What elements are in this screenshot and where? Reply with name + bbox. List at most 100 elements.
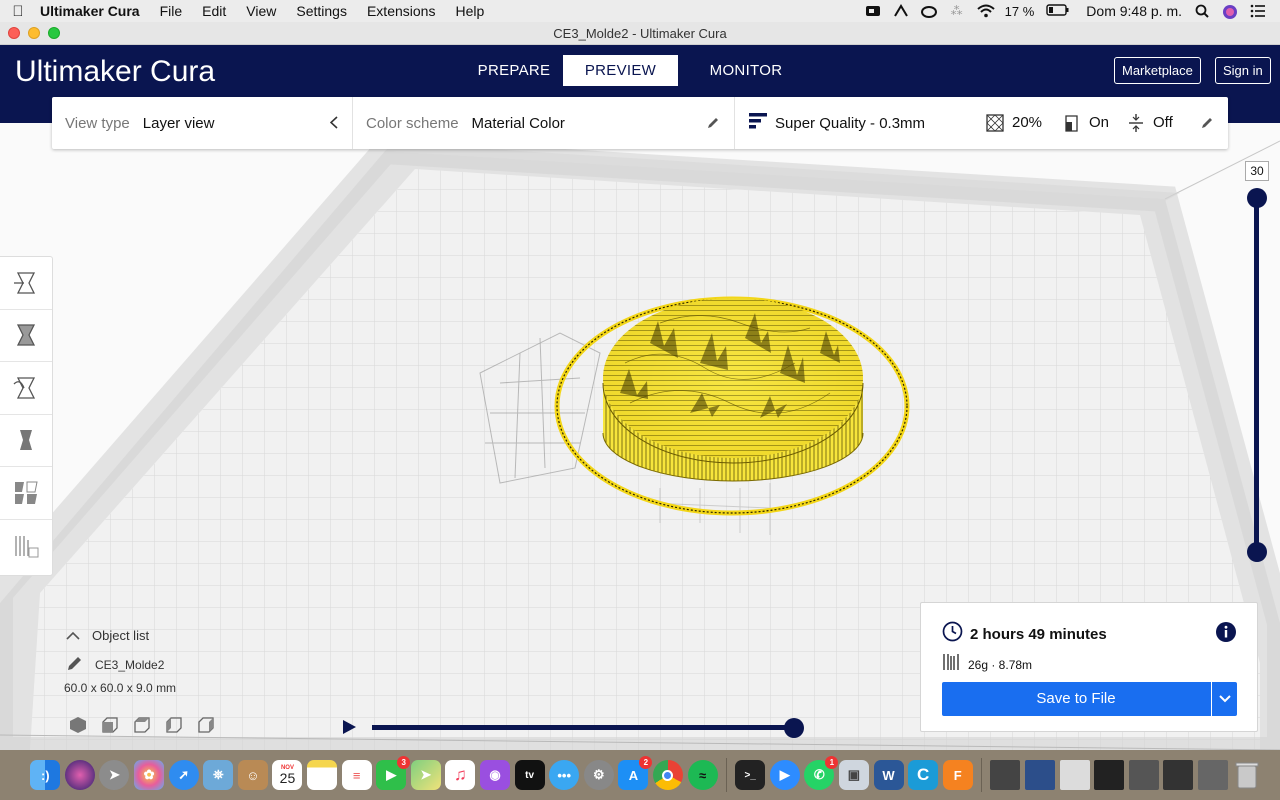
app-store-icon[interactable]: A2 [618, 756, 653, 790]
creative-cloud-icon[interactable] [920, 4, 937, 18]
menu-help[interactable]: Help [445, 0, 494, 22]
left-view-icon[interactable] [164, 715, 184, 740]
save-options-dropdown[interactable] [1211, 682, 1237, 716]
window-thumb-icon[interactable] [1094, 760, 1125, 790]
move-tool-icon[interactable] [0, 257, 52, 310]
object-name[interactable]: CE3_Molde2 [95, 658, 164, 672]
battery-icon[interactable] [1046, 4, 1070, 18]
facetime-icon[interactable]: ▶ 3 [376, 756, 411, 790]
word-icon[interactable]: W [873, 760, 904, 790]
contacts-icon[interactable]: ☺ [237, 760, 268, 790]
window-thumb-icon[interactable] [1059, 760, 1090, 790]
print-settings-selector[interactable]: Super Quality - 0.3mm 20% On Off [734, 97, 1228, 149]
terminal-icon[interactable]: >_ [735, 760, 766, 790]
window-thumb-icon[interactable] [1128, 760, 1159, 790]
launchpad-icon[interactable]: ➤ [99, 760, 130, 790]
image-capture-icon[interactable]: ▣ [838, 760, 869, 790]
window-thumb-icon[interactable] [1163, 760, 1194, 790]
menu-view[interactable]: View [236, 0, 286, 22]
apple-menu-icon[interactable]:  [0, 3, 36, 20]
print-info-panel: 2 hours 49 minutes 26g · 8.78m Save to F… [920, 602, 1258, 732]
marketplace-button[interactable]: Marketplace [1114, 57, 1201, 84]
layer-slider-bottom-handle[interactable] [1247, 542, 1267, 562]
music-icon[interactable]: ♫ [445, 760, 476, 790]
menu-extensions[interactable]: Extensions [357, 0, 445, 22]
messages-bubble-icon[interactable]: ••• [549, 760, 580, 790]
calendar-day: 25 [279, 770, 296, 786]
podcasts-icon[interactable]: ◉ [480, 760, 511, 790]
tab-monitor[interactable]: MONITOR [678, 55, 814, 86]
3d-viewport[interactable]: 30 Object list CE3_Molde2 60.0 x 60.0 x … [0, 123, 1280, 750]
front-view-icon[interactable] [100, 715, 120, 740]
window-thumb-icon[interactable] [990, 760, 1021, 790]
camera-status-icon[interactable] [865, 4, 881, 18]
reminders-icon[interactable]: ≡ [341, 760, 372, 790]
info-icon[interactable] [1215, 621, 1237, 648]
photos-icon[interactable]: ✿ [134, 760, 165, 790]
battery-percent: 17 % [1004, 3, 1035, 19]
right-view-icon[interactable] [196, 715, 216, 740]
color-scheme-selector[interactable]: Color scheme Material Color [352, 97, 734, 149]
edit-pencil-icon[interactable] [1201, 116, 1214, 133]
whatsapp-icon[interactable]: ✆ 1 [804, 756, 839, 790]
wifi-icon[interactable] [976, 4, 995, 18]
play-simulation-icon[interactable] [340, 718, 358, 741]
top-view-icon[interactable] [132, 715, 152, 740]
clock[interactable]: Dom 9:48 p. m. [1086, 3, 1182, 19]
chrome-icon[interactable] [652, 760, 683, 790]
maps-icon[interactable]: ➤ [410, 760, 441, 790]
scale-tool-icon[interactable] [0, 310, 52, 362]
notification-center-icon[interactable] [1250, 4, 1266, 18]
window-thumb-icon[interactable] [1024, 760, 1055, 790]
minimize-window-button[interactable] [28, 27, 40, 39]
chevron-left-icon[interactable] [329, 116, 338, 133]
current-layer-box[interactable]: 30 [1245, 161, 1269, 181]
support-blocker-icon[interactable] [0, 520, 52, 573]
close-window-button[interactable] [8, 27, 20, 39]
spotify-icon[interactable]: ≈ [687, 760, 718, 790]
path-slider-track[interactable] [372, 725, 796, 730]
per-model-settings-icon[interactable] [0, 467, 52, 520]
path-slider-handle[interactable] [784, 718, 804, 738]
system-preferences-icon[interactable]: ⚙ [583, 760, 614, 790]
infill-value: 20% [1012, 114, 1043, 131]
sign-in-button[interactable]: Sign in [1215, 57, 1271, 84]
zoom-icon[interactable]: ▶ [769, 760, 800, 790]
safari-icon[interactable]: ➚ [168, 760, 199, 790]
spotlight-search-icon[interactable] [1194, 4, 1210, 18]
finder-icon[interactable]: :) [30, 760, 61, 790]
calendar-icon[interactable]: NOV 25 [272, 760, 303, 790]
trash-icon[interactable] [1232, 760, 1262, 790]
tools-status-icon[interactable] [893, 4, 909, 18]
zoom-window-button[interactable] [48, 27, 60, 39]
apple-tv-icon[interactable]: tv [514, 760, 545, 790]
layer-slider-top-handle[interactable] [1247, 188, 1267, 208]
siri-icon[interactable] [1222, 4, 1238, 19]
edit-pencil-icon[interactable] [707, 116, 720, 133]
cura-icon[interactable]: C [908, 760, 939, 790]
notes-icon[interactable] [307, 760, 338, 790]
menu-file[interactable]: File [150, 0, 193, 22]
whatsapp-badge: 1 [825, 756, 839, 769]
tab-preview[interactable]: PREVIEW [563, 55, 678, 86]
3d-view-icon[interactable] [68, 715, 88, 740]
view-type-value: Layer view [142, 114, 215, 132]
object-list-toggle[interactable]: Object list [66, 625, 176, 645]
menu-edit[interactable]: Edit [192, 0, 236, 22]
bluetooth-icon[interactable]: ⁂ [949, 4, 965, 18]
menu-settings[interactable]: Settings [286, 0, 357, 22]
view-type-selector[interactable]: View type Layer view [52, 97, 352, 149]
preview-icon[interactable]: ⛯ [203, 760, 234, 790]
rotate-tool-icon[interactable] [0, 362, 52, 415]
fusion-icon[interactable]: F [942, 760, 973, 790]
window-thumb-icon[interactable] [1197, 760, 1228, 790]
layer-slider-track[interactable] [1254, 196, 1259, 554]
mirror-tool-icon[interactable] [0, 415, 52, 467]
view-type-label: View type [65, 114, 130, 132]
menu-app-name[interactable]: Ultimaker Cura [36, 0, 150, 22]
tab-prepare[interactable]: PREPARE [465, 55, 563, 86]
edit-pencil-icon[interactable] [66, 655, 83, 675]
save-to-file-button[interactable]: Save to File [942, 682, 1237, 716]
stage-menu: PREPARE PREVIEW MONITOR [465, 55, 814, 86]
siri-icon[interactable] [64, 760, 95, 790]
